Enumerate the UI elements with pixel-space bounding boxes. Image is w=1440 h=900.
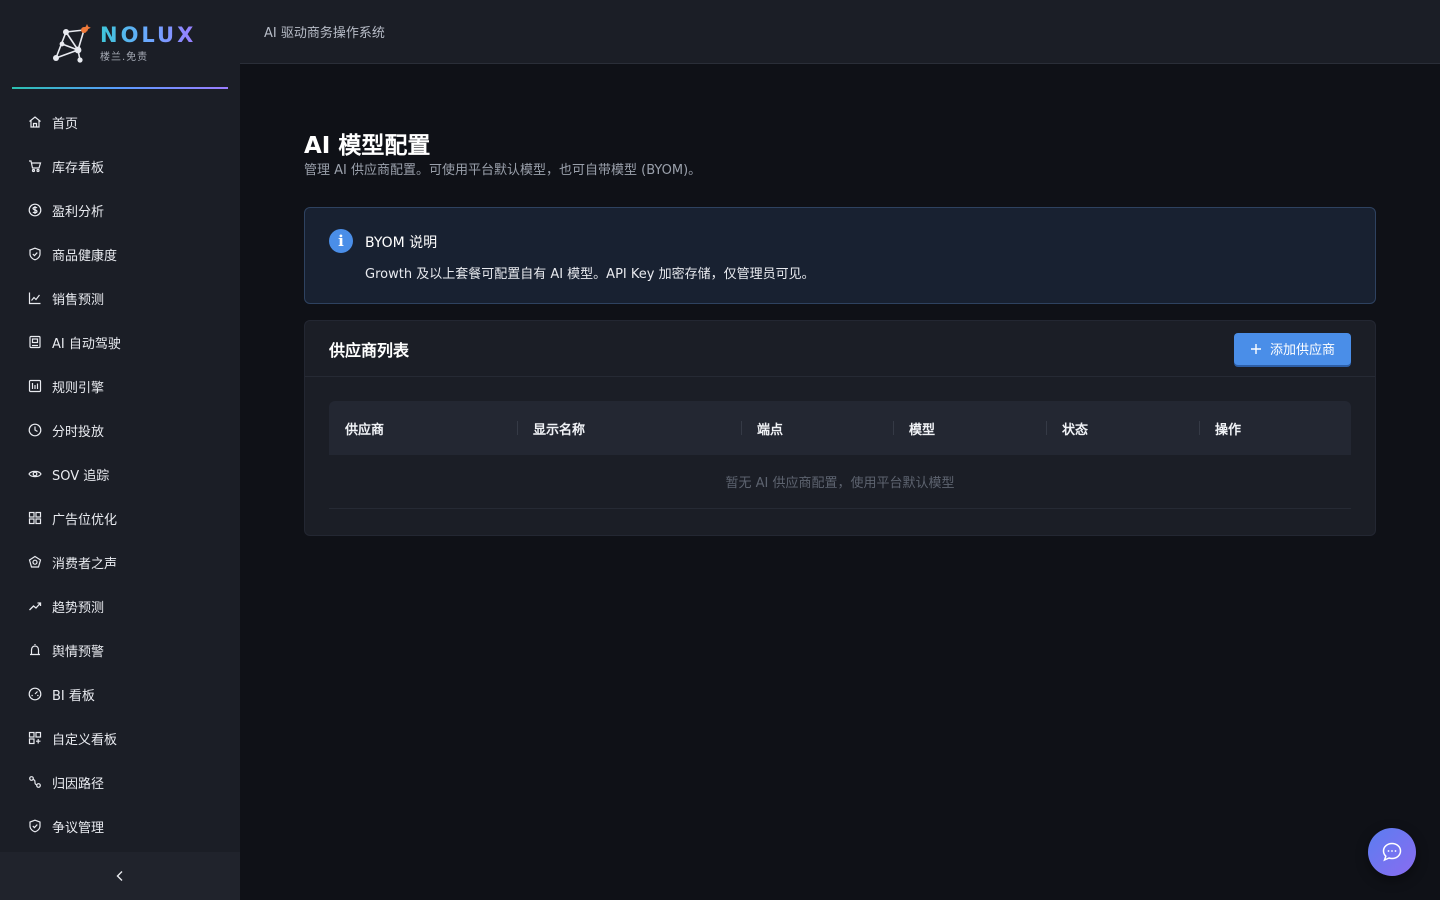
page-description: 管理 AI 供应商配置。可使用平台默认模型，也可自带模型 (BYOM)。: [304, 163, 702, 178]
sidebar-item-sentiment-alert[interactable]: 舆情预警: [0, 628, 240, 672]
sidebar-item-label: 商品健康度: [52, 248, 118, 264]
sidebar-item-label: 盈利分析: [52, 204, 105, 220]
column-header-display-name[interactable]: 显示名称: [517, 401, 741, 455]
sidebar-item-dayparting[interactable]: 分时投放: [0, 408, 240, 452]
chat-bubble-icon: [1382, 842, 1402, 862]
sidebar-item-label: BI 看板: [52, 688, 95, 704]
sidebar: NOLUX 楼兰.免责 首页 库存看板 盈利分析 商品健康度 销售预测 AI 自…: [0, 0, 240, 900]
custom-board-icon: [28, 731, 42, 745]
provider-list-card: 供应商列表 添加供应商 供应商 显示名称 端点 模型 状态 操作 暂无 AI 供…: [304, 320, 1376, 536]
sidebar-item-label: 销售预测: [52, 292, 105, 308]
shield-check-icon: [29, 247, 41, 261]
header-title: AI 驱动商务操作系统: [264, 26, 385, 41]
sidebar-item-attribution-path[interactable]: 归因路径: [0, 760, 240, 804]
sidebar-item-trend-forecast[interactable]: 趋势预测: [0, 584, 240, 628]
main-content: AI 模型配置 管理 AI 供应商配置。可使用平台默认模型，也可自带模型 (BY…: [304, 130, 1376, 536]
plus-icon: [1250, 343, 1261, 354]
sidebar-item-sov-tracking[interactable]: SOV 追踪: [0, 452, 240, 496]
brand-logo[interactable]: NOLUX 楼兰.免责: [48, 20, 228, 66]
grid-icon: [28, 511, 42, 525]
sidebar-item-placement[interactable]: 广告位优化: [0, 496, 240, 540]
clock-icon: [28, 423, 42, 437]
info-icon: i: [329, 229, 353, 253]
eye-icon: [28, 470, 42, 478]
provider-table: 供应商 显示名称 端点 模型 状态 操作 暂无 AI 供应商配置，使用平台默认模…: [329, 401, 1351, 509]
line-chart-icon: [28, 292, 41, 305]
sidebar-item-product-health[interactable]: 商品健康度: [0, 232, 240, 276]
top-header: AI 驱动商务操作系统: [240, 0, 1440, 64]
column-header-endpoint[interactable]: 端点: [741, 401, 893, 455]
dollar-icon: [28, 203, 42, 217]
brand-name: NOLUX: [100, 23, 197, 47]
column-header-status[interactable]: 状态: [1046, 401, 1199, 455]
sidebar-item-profit[interactable]: 盈利分析: [0, 188, 240, 232]
sidebar-item-home[interactable]: 首页: [0, 100, 240, 144]
sidebar-item-label: 争议管理: [52, 820, 105, 836]
sidebar-collapse-button[interactable]: [0, 852, 240, 900]
sidebar-item-rule-engine[interactable]: 规则引擎: [0, 364, 240, 408]
sidebar-item-bi-dashboard[interactable]: BI 看板: [0, 672, 240, 716]
column-header-actions[interactable]: 操作: [1199, 401, 1351, 455]
sidebar-item-ai-autopilot[interactable]: AI 自动驾驶: [0, 320, 240, 364]
chevron-left-icon: [116, 871, 123, 881]
voice-icon: [28, 555, 42, 568]
add-provider-label: 添加供应商: [1269, 342, 1335, 357]
sidebar-item-inventory[interactable]: 库存看板: [0, 144, 240, 188]
page-title: AI 模型配置: [304, 133, 431, 159]
home-icon: [29, 116, 41, 128]
sidebar-item-label: 库存看板: [52, 160, 105, 176]
sidebar-item-label: 分时投放: [52, 424, 105, 440]
table-empty-state: 暂无 AI 供应商配置，使用平台默认模型: [329, 455, 1351, 509]
sidebar-item-label: 规则引擎: [52, 380, 105, 396]
alarm-icon: [30, 644, 40, 656]
add-provider-button[interactable]: 添加供应商: [1233, 332, 1351, 365]
info-title: BYOM 说明: [365, 235, 438, 251]
column-header-model[interactable]: 模型: [893, 401, 1046, 455]
brand-subtitle: 楼兰.免责: [100, 52, 149, 63]
sidebar-item-label: 归因路径: [52, 776, 105, 792]
sidebar-item-dispute-management[interactable]: 争议管理: [0, 804, 240, 848]
table-header: 供应商 显示名称 端点 模型 状态 操作: [329, 401, 1351, 455]
robot-icon: [29, 335, 41, 349]
cart-icon: [29, 160, 42, 173]
byom-info-alert: i BYOM 说明 Growth 及以上套餐可配置自有 AI 模型。API Ke…: [304, 207, 1376, 304]
chat-assistant-button[interactable]: [1368, 828, 1416, 876]
card-header: 供应商列表 添加供应商: [305, 321, 1375, 377]
sidebar-item-label: 趋势预测: [52, 600, 105, 616]
trend-icon: [29, 602, 42, 611]
path-icon: [29, 776, 41, 788]
sidebar-item-label: AI 自动驾驶: [52, 336, 121, 352]
logo-network-icon: [53, 24, 91, 63]
dashboard-icon: [28, 687, 42, 701]
sidebar-item-custom-dashboard[interactable]: 自定义看板: [0, 716, 240, 760]
sidebar-item-label: SOV 追踪: [52, 468, 110, 484]
sidebar-item-label: 消费者之声: [52, 556, 118, 572]
card-title: 供应商列表: [329, 340, 410, 360]
logo-divider: [12, 87, 228, 89]
sidebar-item-label: 首页: [52, 116, 79, 132]
column-header-provider[interactable]: 供应商: [329, 401, 517, 455]
sidebar-item-voice-of-customer[interactable]: 消费者之声: [0, 540, 240, 584]
sidebar-item-label: 舆情预警: [52, 644, 105, 660]
info-text: Growth 及以上套餐可配置自有 AI 模型。API Key 加密存储，仅管理…: [365, 267, 815, 282]
shield-icon: [29, 819, 41, 833]
rules-icon: [28, 379, 42, 393]
sidebar-item-sales-forecast[interactable]: 销售预测: [0, 276, 240, 320]
sidebar-item-label: 广告位优化: [52, 512, 118, 528]
sidebar-nav: 首页 库存看板 盈利分析 商品健康度 销售预测 AI 自动驾驶 规则引擎 分时投…: [0, 100, 240, 848]
sidebar-item-label: 自定义看板: [52, 732, 118, 748]
